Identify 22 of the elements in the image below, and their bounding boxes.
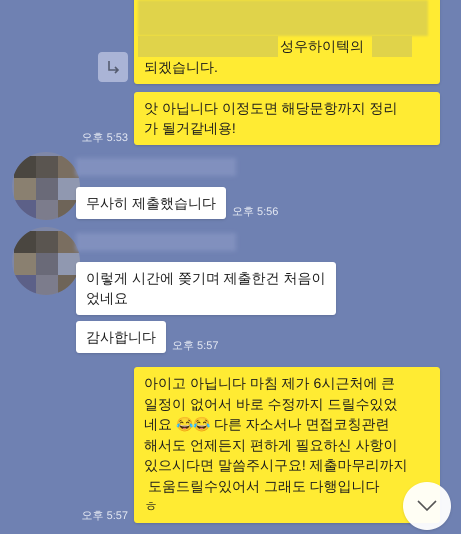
scroll-down-button[interactable] [403,482,451,530]
message-text: 아이고 아닙니다 마침 제가 6시근처에 큰 [144,374,396,393]
message-text: 네요 😂😂 다른 자소서나 면접코칭관련 [144,415,390,434]
reply-icon[interactable] [98,52,128,82]
message-text: 앗 아닙니다 이정도면 해당문항까지 정리 [144,98,398,118]
message-text: 도움드릴수있어서 그래도 다행입니다 [146,476,380,496]
chevron-down-icon [417,500,437,512]
message-text: 이렇게 시간에 쫒기며 제출한건 처음이 [86,268,326,288]
timestamp: 오후 5:57 [82,508,128,522]
message-text: ㅎ [144,497,158,516]
message-text: 었네요 [86,289,128,308]
message-text: 성우하이텍의 [280,37,364,56]
timestamp: 오후 5:53 [82,130,128,144]
message-text: 일정이 없어서 바로 수정까지 드릴수있었 [144,394,398,414]
message-text: 해서도 언제든지 편하게 필요하신 사항이 [144,436,398,454]
message-text: 무사히 제출했습니다 [86,194,216,212]
message-text: 감사합니다 [86,328,156,346]
timestamp: 오후 5:56 [232,205,278,219]
message-text: 가 될거같네용! [144,119,236,138]
message-text: 있으시다면 말씀주시구요! 제출마무리까지 [144,456,408,475]
timestamp: 오후 5:57 [172,339,218,353]
message-text: 되겠습니다. [144,58,218,77]
